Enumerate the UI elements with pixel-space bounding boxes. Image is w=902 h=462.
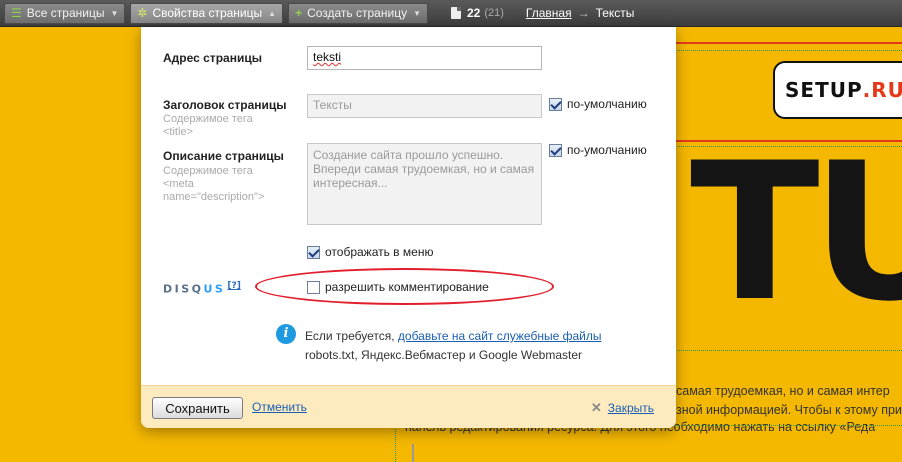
close-icon[interactable]: ✕ (591, 400, 602, 416)
site-logo[interactable]: SETUP .RU (773, 61, 902, 119)
disqus-brand-a: DISQ (163, 282, 204, 296)
description-hint: <meta (163, 178, 194, 190)
create-page-label: Создать страницу (307, 6, 408, 20)
info-line-2: robots.txt, Яндекс.Вебмастер и Google We… (305, 348, 583, 362)
show-in-menu-checkbox[interactable] (307, 245, 320, 259)
chevron-up-icon: ▲ (268, 8, 277, 18)
document-icon (450, 7, 461, 19)
address-value: teksti (313, 50, 342, 64)
site-hero-letters: TU (672, 150, 902, 350)
description-hint: name="description"> (163, 191, 265, 203)
show-in-menu-toggle[interactable]: отображать в меню (307, 245, 433, 259)
cancel-link[interactable]: Отменить (252, 400, 307, 414)
page-counter[interactable]: 22 (21) (450, 6, 504, 20)
description-default-toggle[interactable]: по-умолчанию (549, 143, 647, 157)
title-value: Тексты (313, 98, 352, 112)
breadcrumb: Главная → Тексты (526, 6, 635, 20)
show-in-menu-label: отображать в меню (325, 245, 434, 259)
title-default-toggle[interactable]: по-умолчанию (549, 97, 647, 111)
description-textarea[interactable]: Создание сайта прошло успешно. Впереди с… (307, 143, 542, 225)
page-count-sub: (21) (484, 7, 504, 19)
site-content-band (395, 425, 902, 462)
site-text-line-2: зной информацией. Чтобы к этому при (676, 403, 902, 417)
page-count: 22 (466, 6, 481, 20)
chevron-down-icon: ▼ (413, 8, 421, 18)
close-link[interactable]: Закрыть (608, 401, 654, 415)
dialog-footer: Сохранить Отменить ✕ Закрыть (141, 385, 676, 428)
site-divider-top (672, 42, 902, 44)
disqus-logo: DISQUS [?] (163, 281, 241, 296)
add-service-files-link[interactable]: добавьте на сайт служебные файлы (398, 329, 602, 343)
close-control[interactable]: ✕ Закрыть (591, 400, 654, 416)
allow-comments-label: разрешить комментирование (325, 280, 489, 294)
allow-comments-toggle[interactable]: разрешить комментирование (307, 280, 489, 294)
site-divider-mid (672, 140, 902, 142)
all-pages-button[interactable]: ☰ Все страницы ▼ (4, 2, 126, 24)
info-message: Если требуется, добавьте на сайт служебн… (305, 327, 601, 365)
page-properties-dialog: Адрес страницы teksti Заголовок страницы… (141, 27, 676, 428)
description-label: Описание страницы (163, 149, 284, 163)
site-logo-text: SETUP (785, 78, 863, 102)
title-input[interactable]: Тексты (307, 94, 542, 118)
create-page-button[interactable]: + Создать страницу ▼ (288, 2, 428, 24)
description-value: Создание сайта прошло успешно. Впереди с… (313, 148, 535, 190)
site-hero-text: TU (690, 150, 902, 343)
chevron-down-icon: ▼ (110, 8, 119, 18)
title-default-checkbox[interactable] (549, 97, 562, 111)
description-default-label: по-умолчанию (567, 143, 647, 157)
breadcrumb-home-link[interactable]: Главная (526, 6, 572, 20)
admin-toolbar: ☰ Все страницы ▼ ✲ Свойства страницы ▲ +… (0, 0, 902, 27)
title-label: Заголовок страницы (163, 98, 287, 112)
site-dotted-line (672, 50, 902, 51)
breadcrumb-current: Тексты (595, 6, 635, 20)
description-hint: Содержимое тега (163, 165, 253, 177)
site-dotted-line-3 (672, 350, 902, 351)
site-dotted-line-2 (672, 146, 902, 147)
gear-icon: ✲ (137, 6, 148, 20)
title-default-label: по-умолчанию (567, 97, 647, 111)
plus-icon: + (295, 6, 303, 20)
info-prefix: Если требуется, (305, 329, 398, 343)
save-button[interactable]: Сохранить (152, 397, 243, 419)
description-default-checkbox[interactable] (549, 143, 562, 157)
page-properties-button[interactable]: ✲ Свойства страницы ▲ (130, 2, 284, 24)
address-label: Адрес страницы (163, 51, 262, 65)
site-text-cursor (412, 444, 414, 462)
page-properties-label: Свойства страницы (152, 6, 263, 20)
site-logo-suffix: .RU (862, 78, 902, 102)
site-text-line-1: самая трудоемкая, но и самая интер (676, 384, 890, 398)
address-input[interactable]: teksti (307, 46, 542, 70)
disqus-help-link[interactable]: [?] (227, 281, 240, 291)
list-icon: ☰ (11, 6, 22, 20)
disqus-brand-b: US (203, 282, 226, 296)
title-hint: Содержимое тега <title> (163, 113, 253, 138)
arrow-right-icon: → (577, 6, 590, 20)
all-pages-label: Все страницы (26, 6, 105, 20)
info-icon: i (276, 324, 296, 344)
allow-comments-checkbox[interactable] (307, 280, 320, 294)
